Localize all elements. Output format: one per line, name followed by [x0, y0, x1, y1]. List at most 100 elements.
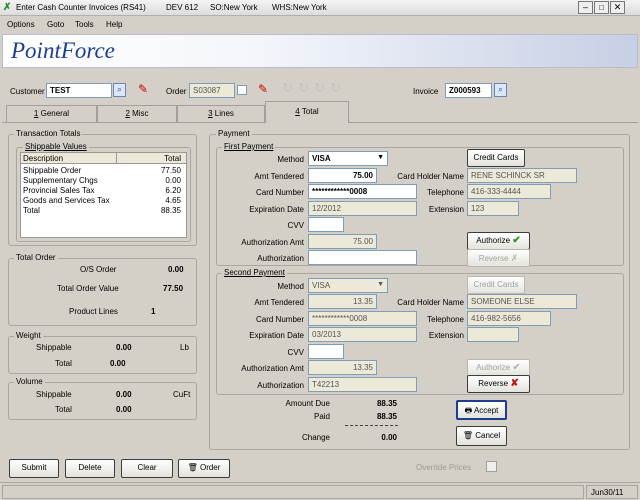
dropdown-arrow-icon: ▼ — [377, 154, 384, 161]
fp-auth-label: Authorization — [257, 254, 304, 263]
sp-method-label: Method — [277, 282, 304, 291]
title-dev: DEV 612 — [166, 3, 199, 12]
weight-group — [8, 336, 197, 374]
close-button[interactable]: ✕ — [610, 1, 625, 14]
maximize-button[interactable]: □ — [594, 1, 609, 14]
sp-telephone-field[interactable]: 416-982-5656 — [467, 311, 551, 326]
fp-telephone-label: Telephone — [427, 188, 464, 197]
paid-value: 88.35 — [376, 412, 397, 421]
title-so: SO:New York — [210, 3, 258, 12]
fp-telephone-field[interactable]: 416-333-4444 — [467, 184, 551, 199]
table-header: Description Total — [21, 153, 186, 164]
minimize-button[interactable]: ‒ — [578, 1, 593, 14]
product-lines-value: 1 — [151, 307, 156, 316]
order-edit-icon[interactable]: ✎ — [258, 82, 268, 96]
customer-edit-icon[interactable]: ✎ — [138, 82, 148, 96]
check-icon: ✔ — [512, 362, 521, 373]
menu-goto[interactable]: Goto — [47, 20, 64, 29]
sp-card-number-field[interactable]: ************0008 — [308, 311, 417, 326]
fp-auth-amt-field[interactable]: 75.00 — [308, 234, 377, 249]
sp-auth-amt-label: Authorization Amt — [241, 364, 304, 373]
clear-button[interactable]: Clear — [121, 459, 173, 478]
invoice-field[interactable]: Z000593 — [445, 83, 492, 98]
volume-shippable-label: Shippable — [36, 390, 72, 399]
fp-ext-field[interactable]: 123 — [467, 201, 519, 216]
sp-ext-field[interactable] — [467, 327, 519, 342]
invoice-search-button[interactable]: ⌕ — [494, 83, 507, 97]
menu-options[interactable]: Options — [7, 20, 35, 29]
tab-total[interactable]: 4 Total — [265, 101, 349, 123]
tab-general-label: General — [38, 109, 70, 118]
fp-card-holder-field[interactable]: RENE SCHINCK SR — [467, 168, 577, 183]
weight-total-value: 0.00 — [110, 359, 126, 368]
fp-ext-label: Extension — [428, 205, 464, 214]
header-description: Description — [23, 154, 64, 163]
order-field[interactable]: S03087 — [189, 83, 235, 98]
tab-general[interactable]: 1 General — [6, 105, 97, 122]
sp-amt-tendered-label: Amt Tendered — [254, 298, 304, 307]
delete-button[interactable]: Delete — [65, 459, 115, 478]
fp-card-holder-label: Card Holder Name — [397, 172, 464, 181]
header-total: Total — [164, 154, 181, 163]
fp-reverse-button[interactable]: Reverse ✗ — [467, 249, 530, 267]
refresh-icon-1: ↻ — [282, 80, 293, 95]
status-pane-main — [2, 485, 584, 499]
brand-logo: PointForce — [11, 38, 115, 63]
fp-cvv-field[interactable] — [308, 217, 344, 232]
cancel-button[interactable]: 🗑 Cancel — [456, 426, 507, 446]
title-bar: ✗ Enter Cash Counter Invoices (RS41) DEV… — [0, 0, 640, 16]
sp-card-holder-field[interactable]: SOMEONE ELSE — [467, 294, 577, 309]
tab-lines[interactable]: 3 Lines — [177, 105, 265, 122]
order-button[interactable]: 🗑 Order — [178, 459, 230, 478]
volume-total-value: 0.00 — [116, 405, 132, 414]
accept-button[interactable]: 🖶 Accept — [456, 400, 507, 420]
sp-amt-tendered-field[interactable]: 13.35 — [308, 294, 377, 309]
fp-amt-tendered-field[interactable]: 75.00 — [308, 168, 377, 183]
table-row: Goods and Services Tax 4.65 — [23, 196, 181, 205]
fp-exp-label: Expiration Date — [249, 205, 304, 214]
sp-cvv-field[interactable] — [308, 344, 344, 359]
sp-auth-amt-field[interactable]: 13.35 — [308, 360, 377, 375]
fp-amt-tendered-label: Amt Tendered — [254, 172, 304, 181]
app-icon: ✗ — [3, 2, 12, 13]
totals-divider — [345, 425, 398, 426]
paid-label: Paid — [313, 412, 330, 421]
fp-exp-field[interactable]: 12/2012 — [308, 201, 417, 216]
menu-tools[interactable]: Tools — [75, 20, 94, 29]
order-checkbox[interactable] — [237, 85, 247, 95]
customer-field[interactable]: TEST — [46, 83, 112, 98]
sp-auth-field[interactable]: T42213 — [308, 377, 417, 392]
fp-card-number-field[interactable]: ************0008 — [308, 184, 417, 199]
x-icon: ✗ — [510, 253, 519, 263]
refresh-icon-4: ↻ — [330, 80, 341, 95]
sp-exp-field[interactable]: 03/2013 — [308, 327, 417, 342]
os-order-value: 0.00 — [168, 265, 184, 274]
header-divider — [116, 153, 117, 164]
first-payment-title: First Payment — [222, 142, 276, 151]
table-row: Supplementary Chgs 0.00 — [23, 176, 181, 185]
x-icon: ✘ — [510, 378, 519, 389]
menu-help[interactable]: Help — [106, 20, 122, 29]
total-order-value: 77.50 — [163, 284, 184, 293]
fp-card-number-label: Card Number — [255, 188, 304, 197]
amount-due-value: 88.35 — [376, 399, 397, 408]
fp-authorize-button[interactable]: Authorize ✔ — [467, 232, 530, 250]
submit-button[interactable]: Submit — [9, 459, 59, 478]
customer-search-button[interactable]: ⌕ — [113, 83, 126, 97]
sp-telephone-label: Telephone — [427, 315, 464, 324]
tab-misc[interactable]: 2 Misc — [97, 105, 177, 122]
status-pane-date: Jun30/11 — [586, 485, 638, 499]
table-row: Total 88.35 — [23, 206, 181, 215]
sp-credit-cards-button[interactable]: Credit Cards — [467, 276, 525, 294]
payment-title: Payment — [216, 129, 252, 138]
fp-credit-cards-button[interactable]: Credit Cards — [467, 149, 525, 167]
sp-method-select[interactable]: VISA ▼ — [308, 278, 388, 293]
menu-bar: Options Goto Tools Help — [0, 17, 640, 32]
override-prices-checkbox[interactable] — [486, 461, 497, 472]
weight-total-label: Total — [55, 359, 72, 368]
volume-unit: CuFt — [173, 390, 191, 399]
fp-method-select[interactable]: VISA ▼ — [308, 151, 388, 166]
sp-reverse-button[interactable]: Reverse ✘ — [467, 375, 530, 393]
fp-auth-field[interactable] — [308, 250, 417, 265]
sp-auth-label: Authorization — [257, 381, 304, 390]
